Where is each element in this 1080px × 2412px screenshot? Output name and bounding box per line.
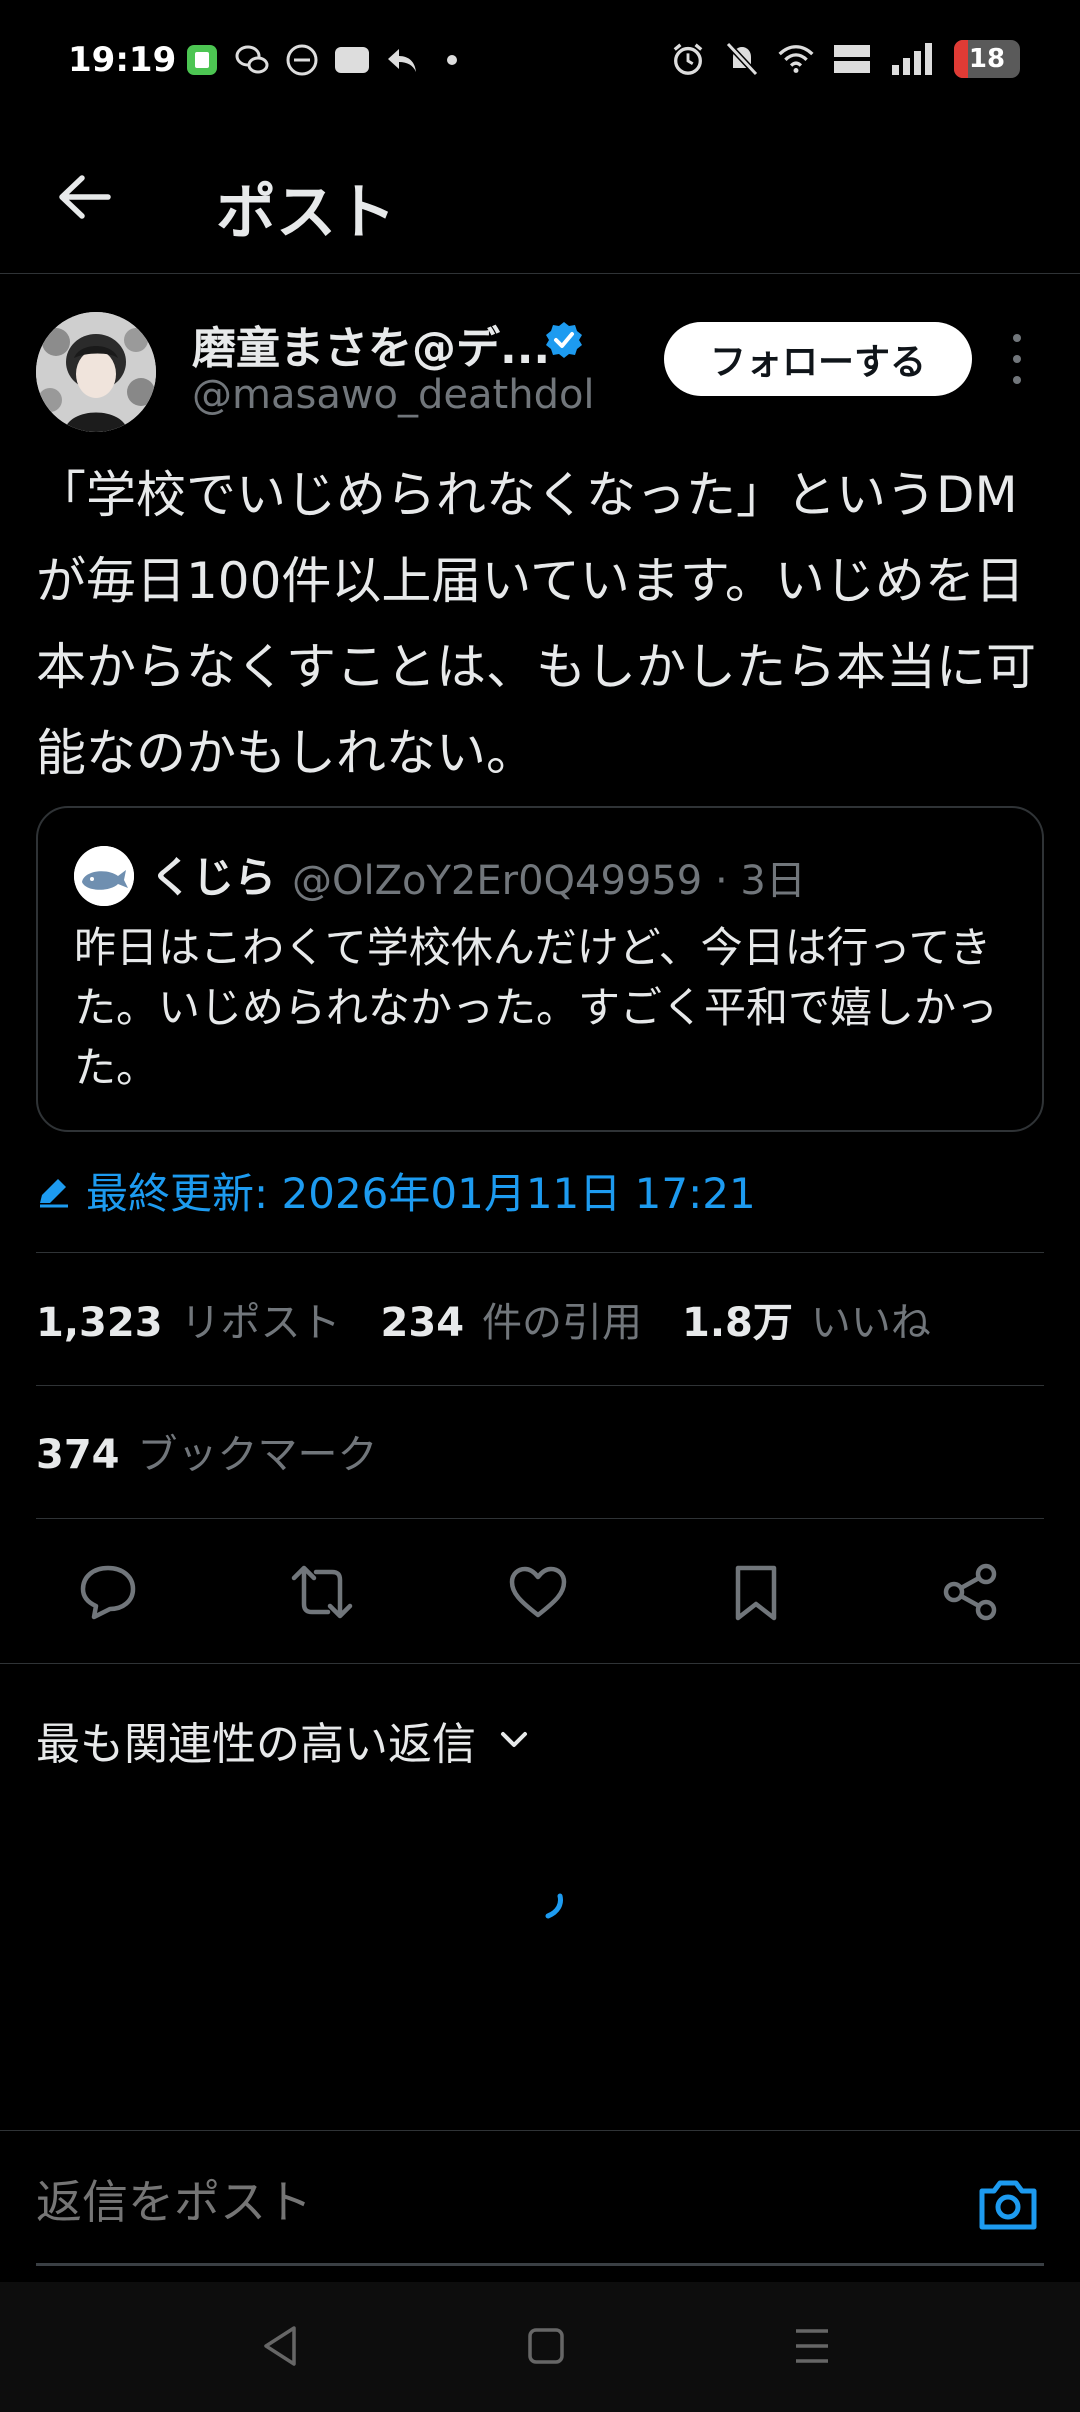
last-updated-text: 最終更新: 2026年01月11日 17:21 [86, 1169, 756, 1218]
whale-icon [74, 846, 134, 906]
wechat-icon [234, 42, 270, 78]
loading-spinner-icon [545, 1893, 563, 1919]
post-stats: 1,323 リポスト 234 件の引用 1.8万 いいね [36, 1290, 953, 1348]
arrow-left-icon [59, 175, 111, 219]
volte-icon [832, 41, 872, 77]
recents-nav-icon[interactable] [782, 2316, 842, 2376]
avatar[interactable] [36, 312, 156, 432]
bookmark-stats: 374 ブックマーク [36, 1422, 378, 1480]
likes-label[interactable]: いいね [811, 1290, 931, 1348]
battery-icon: 18 [954, 40, 1020, 78]
top-app-bar: ポスト [0, 124, 1080, 274]
divider [36, 1518, 1044, 1519]
wifi-icon [778, 41, 814, 77]
reply-sort-label: 最も関連性の高い返信 [36, 1719, 476, 1770]
divider [36, 1385, 1044, 1386]
reposts-label[interactable]: リポスト [181, 1290, 341, 1348]
quote-text: 昨日はこわくて学校休んだけど、今日は行ってきた。いじめられなかった。すごく平和で… [74, 923, 999, 1092]
quote-avatar [74, 846, 134, 906]
reply-sort-dropdown[interactable]: 最も関連性の高い返信 [36, 1708, 530, 1772]
bell-muted-icon [724, 41, 760, 77]
page-title: ポスト [216, 178, 396, 248]
battery-level: 18 [968, 44, 1006, 74]
alarm-icon [670, 41, 706, 77]
repost-icon[interactable] [290, 1560, 354, 1624]
reply-icon[interactable] [76, 1560, 140, 1624]
reply-arrow-icon [384, 42, 420, 78]
bookmarks-label[interactable]: ブックマーク [138, 1422, 378, 1480]
dot-icon [434, 42, 470, 78]
post-text: 「学校でいじめられなくなった」というDMが毎日100件以上届いています。いじめを… [36, 466, 1036, 782]
app-icon [184, 42, 220, 78]
verified-badge-icon [546, 322, 582, 358]
notification-icons [184, 42, 470, 78]
reposts-count[interactable]: 1,323 [36, 1300, 163, 1346]
bookmark-icon[interactable] [724, 1560, 788, 1624]
signal-icon [890, 41, 936, 77]
quoted-post[interactable]: くじら @OlZoY2Er0Q49959 · 3日 昨日はこわくて学校休んだけど… [36, 806, 1044, 1132]
system-navigation-bar [0, 2282, 1080, 2412]
system-icons: 18 [670, 40, 1020, 78]
more-options-icon[interactable] [1002, 334, 1032, 384]
quote-author-name: くじら [150, 853, 277, 902]
like-icon[interactable] [506, 1560, 570, 1624]
divider [0, 1663, 1080, 1664]
chat-icon [284, 42, 320, 78]
status-bar: 19:19 18 [0, 0, 1080, 124]
nhk-icon [334, 42, 370, 78]
bookmarks-count[interactable]: 374 [36, 1432, 120, 1478]
back-nav-icon[interactable] [250, 2316, 310, 2376]
author-name[interactable]: 磨童まさを@デ... [192, 312, 550, 376]
status-time: 19:19 [68, 40, 177, 80]
likes-count[interactable]: 1.8万 [682, 1290, 793, 1348]
reply-composer [0, 2130, 1080, 2280]
chevron-down-icon [501, 1732, 527, 1747]
divider [36, 1252, 1044, 1253]
post-author: 磨童まさを@デ... @masawo_deathdol フォローする [36, 312, 1046, 432]
camera-icon[interactable] [976, 2177, 1040, 2233]
reply-input-underline [36, 2263, 1044, 2266]
quotes-label[interactable]: 件の引用 [482, 1290, 642, 1348]
quote-meta: @OlZoY2Er0Q49959 · 3日 [292, 858, 806, 904]
last-updated-link[interactable]: 最終更新: 2026年01月11日 17:21 [36, 1160, 756, 1221]
edit-pencil-icon [40, 1178, 68, 1207]
reply-input[interactable] [36, 2175, 936, 2229]
home-nav-icon[interactable] [516, 2316, 576, 2376]
follow-button[interactable]: フォローする [664, 322, 972, 396]
back-button[interactable] [50, 162, 120, 232]
post-actions [0, 1550, 1080, 1632]
author-handle[interactable]: @masawo_deathdol [192, 372, 595, 418]
share-icon[interactable] [938, 1560, 1002, 1624]
quotes-count[interactable]: 234 [381, 1300, 465, 1346]
